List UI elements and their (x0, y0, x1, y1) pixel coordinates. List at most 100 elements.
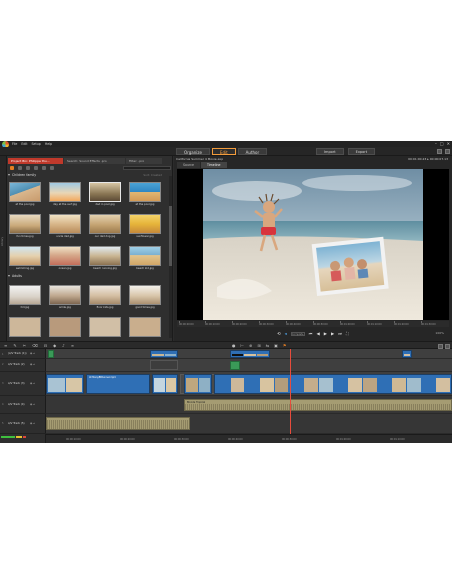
library-item[interactable] (48, 316, 82, 339)
settings-icon[interactable] (445, 149, 450, 154)
track-header[interactable]: 4 A/V Track (4) ◉ ◂ (0, 396, 46, 414)
overwrite-icon[interactable]: ⊞ (257, 343, 260, 348)
record-voice-icon[interactable]: ● (232, 343, 236, 348)
section-header-adults[interactable]: Adults (8, 274, 166, 279)
library-scrollbar[interactable] (169, 176, 172, 338)
snap-icon[interactable]: ⊟ (44, 343, 47, 348)
library-tab-project-bin[interactable]: Project Bin: Philippe thu... (8, 158, 63, 164)
insert-icon[interactable]: ⊕ (249, 343, 252, 348)
track-header[interactable]: 1 (A/V Track (1)) ◉ ◂ (0, 349, 46, 359)
audio-clip[interactable] (46, 417, 190, 430)
library-item[interactable]: beach running.jpg (88, 245, 122, 273)
preview-icon[interactable]: ▣ (274, 343, 278, 348)
scrollbar-thumb[interactable] (169, 206, 172, 266)
import-button[interactable]: Import (316, 148, 344, 155)
tab-edit[interactable]: Edit (211, 148, 236, 155)
library-item[interactable]: smile.jpg (48, 284, 82, 312)
sort-label[interactable]: Sort: Created (143, 173, 162, 178)
menu-help[interactable]: Help (45, 142, 52, 146)
storyboard-icon[interactable]: ≡ (4, 343, 7, 348)
player-zoom-level[interactable]: 100% (435, 331, 444, 335)
filter-icon[interactable] (26, 166, 30, 170)
minimize-icon[interactable]: – (435, 141, 437, 146)
library-item[interactable]: swimming.jpg (8, 245, 42, 273)
library-item[interactable]: fun times.jpg (8, 213, 42, 241)
pencil-icon[interactable]: ✎ (13, 343, 16, 348)
flag-icon[interactable]: ⚑ (283, 343, 287, 348)
star-icon[interactable] (18, 166, 22, 170)
library-item[interactable]: beach kid.jpg (128, 245, 162, 273)
section-header-children[interactable]: Children family Sort: Created (8, 173, 166, 178)
timeline-clip[interactable] (402, 350, 412, 358)
menu-file[interactable]: File (12, 142, 17, 146)
timeline-clip[interactable] (46, 374, 84, 394)
menu-setup[interactable]: Setup (32, 142, 41, 146)
library-item[interactable]: day at the surf.jpg (48, 181, 82, 209)
fullscreen-icon[interactable]: ⛶ (346, 331, 349, 336)
timeline-clip[interactable] (152, 374, 178, 394)
export-button[interactable]: Export (347, 148, 376, 155)
go-to-end-icon[interactable]: ⏭ (338, 331, 342, 336)
track-header[interactable]: 2 A/V Track (2) ◉ ◂ (0, 359, 46, 372)
library-item[interactable]: hill.jpg (8, 284, 42, 312)
track-visibility-icon[interactable]: ◉ ◂ (30, 363, 34, 366)
track-visibility-icon[interactable]: ◉ ◂ (30, 382, 34, 385)
library-item[interactable]: at the pool.jpg (128, 181, 162, 209)
library-item[interactable]: dad in pool.jpg (88, 181, 122, 209)
timeline-clip[interactable] (230, 361, 240, 370)
library-item[interactable]: at the pool.jpg (8, 181, 42, 209)
track-lane[interactable] (46, 414, 452, 434)
audio-clip[interactable]: Blonde Tropical (184, 399, 452, 411)
library-item[interactable] (88, 316, 122, 339)
maximize-icon[interactable]: □ (440, 141, 444, 146)
trash-icon[interactable]: ⌫ (32, 343, 38, 348)
track-lane[interactable] (46, 359, 452, 372)
close-icon[interactable]: ✕ (447, 141, 450, 146)
playback-mode-select[interactable]: Complete (290, 331, 305, 336)
menu-edit[interactable]: Edit (21, 142, 27, 146)
library-sidebar[interactable]: Library (0, 156, 7, 341)
track-visibility-icon[interactable]: ◉ ◂ (30, 352, 34, 355)
tag-icon[interactable] (10, 166, 14, 170)
track-visibility-icon[interactable]: ◉ ◂ (30, 422, 34, 425)
layout-icon[interactable] (437, 149, 442, 154)
play-icon[interactable]: ▶ (324, 331, 327, 336)
timeline-clip[interactable] (48, 350, 54, 358)
loop-icon[interactable]: ⟲ (277, 331, 281, 336)
library-tab-filter[interactable]: Filter: .pro (126, 158, 162, 164)
step-back-icon[interactable]: ◀ (316, 331, 319, 336)
library-item[interactable] (8, 316, 42, 339)
library-item[interactable]: floor kids.jpg (88, 284, 122, 312)
library-tab-search[interactable]: Search: Sound Effects .pro (64, 158, 125, 164)
track-lane[interactable] (46, 349, 452, 359)
marker-icon[interactable]: ◆ (53, 343, 56, 348)
sort-icon[interactable] (50, 166, 54, 170)
tab-source[interactable]: Source (177, 162, 200, 168)
transition-clip[interactable] (150, 360, 178, 370)
timeline-clip[interactable] (214, 374, 452, 394)
go-to-start-icon[interactable]: ⏮ (309, 331, 313, 336)
list-view-icon[interactable] (42, 166, 46, 170)
ripple-icon[interactable]: ⇆ (266, 343, 269, 348)
track-visibility-icon[interactable]: ◉ ◂ (30, 403, 34, 406)
tab-organize[interactable]: Organize (176, 148, 210, 155)
link-icon[interactable]: ∞ (71, 343, 74, 348)
razor-icon[interactable]: ✂ (23, 343, 26, 348)
timeline-clip[interactable] (150, 350, 178, 358)
library-item[interactable]: our dad dog.jpg (88, 213, 122, 241)
library-item[interactable]: uncle dad.jpg (48, 213, 82, 241)
tab-timeline[interactable]: Timeline (200, 162, 227, 168)
library-search-input[interactable] (123, 166, 171, 170)
timeline-clip[interactable] (184, 374, 212, 394)
track-header[interactable]: 3 A/V Track (3) ◉ ◂ (0, 372, 46, 396)
track-lane[interactable]: At ManyBtRunnel.mp4 (46, 372, 452, 396)
library-item[interactable]: ocean.jpg (48, 245, 82, 273)
timeline-ruler[interactable]: 00:00:10:00 00:00:20:00 00:00:30:00 00:0… (46, 434, 452, 443)
playhead[interactable] (290, 349, 291, 435)
audio-mix-icon[interactable]: ♪ (62, 343, 65, 348)
tab-author[interactable]: Author (237, 148, 268, 155)
library-item[interactable]: good times.jpg (128, 284, 162, 312)
step-forward-icon[interactable]: ▶ (331, 331, 334, 336)
library-item[interactable] (128, 316, 162, 339)
player-scrub-ruler[interactable]: 00:00:00:00 00:00:10:00 00:00:20:00 00:0… (177, 321, 449, 327)
